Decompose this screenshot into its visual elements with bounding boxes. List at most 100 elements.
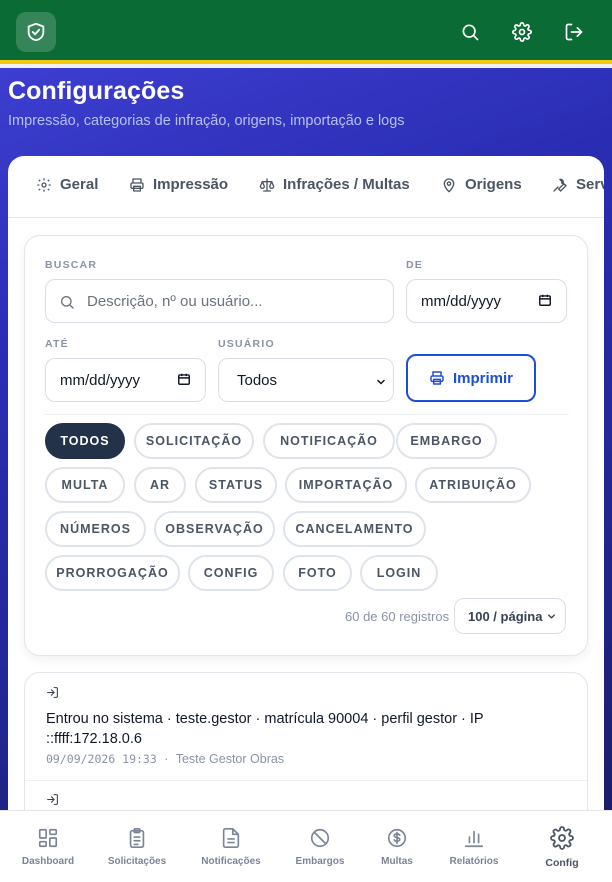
settings-button[interactable] xyxy=(510,20,534,44)
tab-origens[interactable]: Origens xyxy=(441,176,522,193)
chip-status[interactable]: STATUS xyxy=(195,467,277,503)
tab-label: Serv xyxy=(576,176,604,193)
page-title: Configurações xyxy=(8,77,185,105)
chip-ar[interactable]: AR xyxy=(134,467,186,503)
bottom-nav: Dashboard Solicitações Notificações Emba… xyxy=(0,810,612,882)
nav-label: Config xyxy=(545,857,579,869)
filters-divider xyxy=(45,414,569,415)
chip-todos[interactable]: TODOS xyxy=(45,423,125,459)
from-date-input[interactable]: mm/dd/yyyy xyxy=(406,279,567,323)
login-icon xyxy=(47,687,58,698)
user-label: USUÁRIO xyxy=(218,338,275,350)
to-date-input[interactable]: mm/dd/yyyy xyxy=(45,358,206,402)
nav-config[interactable]: Config xyxy=(519,826,605,869)
page-subtitle: Impressão, categorias de infração, orige… xyxy=(8,113,405,129)
clipboard-icon xyxy=(129,828,145,848)
tab-label: Impressão xyxy=(153,176,229,193)
log-timestamp: 09/09/2026 19:33 xyxy=(46,752,157,766)
gear-icon xyxy=(37,177,51,192)
chip-login[interactable]: LOGIN xyxy=(360,555,438,591)
user-select[interactable]: Todos xyxy=(218,358,394,402)
to-date-label: ATÉ xyxy=(45,338,69,350)
tab-label: Origens xyxy=(465,176,522,193)
log-entry-meta: 09/09/2026 19:33 · Teste Gestor Obras xyxy=(46,752,284,766)
gear-icon xyxy=(512,22,532,42)
ban-icon xyxy=(310,828,330,848)
chip-atribuicao[interactable]: ATRIBUIÇÃO xyxy=(415,467,531,503)
to-date-value: mm/dd/yyyy xyxy=(60,371,141,389)
nav-relatorios[interactable]: Relatórios xyxy=(431,827,517,867)
log-divider xyxy=(25,780,587,781)
chevron-down-icon xyxy=(548,614,555,619)
dollar-icon xyxy=(387,828,407,848)
search-label: BUSCAR xyxy=(45,259,98,271)
calendar-icon[interactable] xyxy=(177,372,191,386)
nav-notificacoes[interactable]: Notificações xyxy=(188,827,274,867)
nav-label: Dashboard xyxy=(21,856,75,867)
printer-icon xyxy=(430,371,444,385)
chip-foto[interactable]: FOTO xyxy=(283,555,352,591)
print-button[interactable]: Imprimir xyxy=(406,354,536,402)
page-size-value: 100 / página xyxy=(468,608,543,624)
tab-label: Infrações / Multas xyxy=(283,176,410,193)
scale-icon xyxy=(259,177,275,192)
wrench-icon xyxy=(553,178,567,192)
login-icon xyxy=(47,794,58,805)
meta-separator: · xyxy=(164,752,169,766)
chip-notificacao[interactable]: NOTIFICAÇÃO xyxy=(263,423,395,459)
nav-solicitacoes[interactable]: Solicitações xyxy=(94,827,180,867)
nav-label: Multas xyxy=(381,856,413,867)
log-list: Entrou no sistema · teste.gestor · matrí… xyxy=(24,672,588,816)
tab-servicos[interactable]: Serv xyxy=(552,176,604,193)
nav-embargos[interactable]: Embargos xyxy=(277,827,363,867)
tab-infracoes-multas[interactable]: Infrações / Multas xyxy=(259,176,410,193)
chip-observacao[interactable]: OBSERVAÇÃO xyxy=(154,511,275,547)
bar-chart-icon xyxy=(464,830,484,848)
nav-multas[interactable]: Multas xyxy=(354,827,440,867)
chip-config[interactable]: CONFIG xyxy=(188,555,274,591)
chevron-down-icon xyxy=(377,379,385,385)
printer-icon xyxy=(130,177,144,192)
from-date-label: DE xyxy=(406,259,423,271)
log-entry-text: Entrou no sistema · teste.gestor · matrí… xyxy=(46,711,484,747)
filters-card: BUSCAR Descrição, nº ou usuário... DE mm… xyxy=(24,235,588,656)
tab-geral[interactable]: Geral xyxy=(36,176,98,193)
search-button[interactable] xyxy=(458,20,482,44)
search-input[interactable]: Descrição, nº ou usuário... xyxy=(45,279,394,323)
nav-dashboard[interactable]: Dashboard xyxy=(5,827,91,867)
print-button-label: Imprimir xyxy=(452,369,513,387)
app-logo[interactable] xyxy=(16,12,56,52)
tab-label: Geral xyxy=(60,176,99,193)
chip-cancelamento[interactable]: CANCELAMENTO xyxy=(283,511,426,547)
chip-prorrogacao[interactable]: PRORROGAÇÃO xyxy=(45,555,180,591)
map-pin-icon xyxy=(443,177,455,193)
chip-embargo[interactable]: EMBARGO xyxy=(396,423,497,459)
settings-tabs: Geral Impressão Infrações / Multas Orige… xyxy=(8,156,604,218)
calendar-icon[interactable] xyxy=(538,293,552,307)
logout-button[interactable] xyxy=(562,20,586,44)
top-bar xyxy=(0,0,612,64)
gear-icon xyxy=(550,826,574,850)
search-placeholder: Descrição, nº ou usuário... xyxy=(87,292,263,310)
chip-numeros[interactable]: NÚMEROS xyxy=(45,511,146,547)
nav-label: Embargos xyxy=(295,856,345,867)
dashboard-icon xyxy=(38,828,58,848)
chip-multa[interactable]: MULTA xyxy=(45,467,125,503)
shield-check-icon xyxy=(27,22,45,42)
chip-importacao[interactable]: IMPORTAÇÃO xyxy=(285,467,407,503)
nav-label: Solicitações xyxy=(107,856,167,867)
page-size-select[interactable]: 100 / página xyxy=(454,598,566,634)
records-count: 60 de 60 registros xyxy=(345,609,450,624)
chip-solicitacao[interactable]: SOLICITAÇÃO xyxy=(134,423,254,459)
logout-icon xyxy=(565,23,583,41)
user-select-value: Todos xyxy=(237,371,278,389)
nav-label: Notificações xyxy=(201,856,261,867)
search-icon xyxy=(462,24,479,41)
tab-impressao[interactable]: Impressão xyxy=(129,176,228,193)
from-date-value: mm/dd/yyyy xyxy=(421,292,502,310)
search-icon xyxy=(60,296,74,309)
log-user: Teste Gestor Obras xyxy=(175,752,285,766)
settings-panel: Geral Impressão Infrações / Multas Orige… xyxy=(8,156,604,816)
nav-label: Relatórios xyxy=(449,856,499,867)
document-icon xyxy=(222,828,240,848)
